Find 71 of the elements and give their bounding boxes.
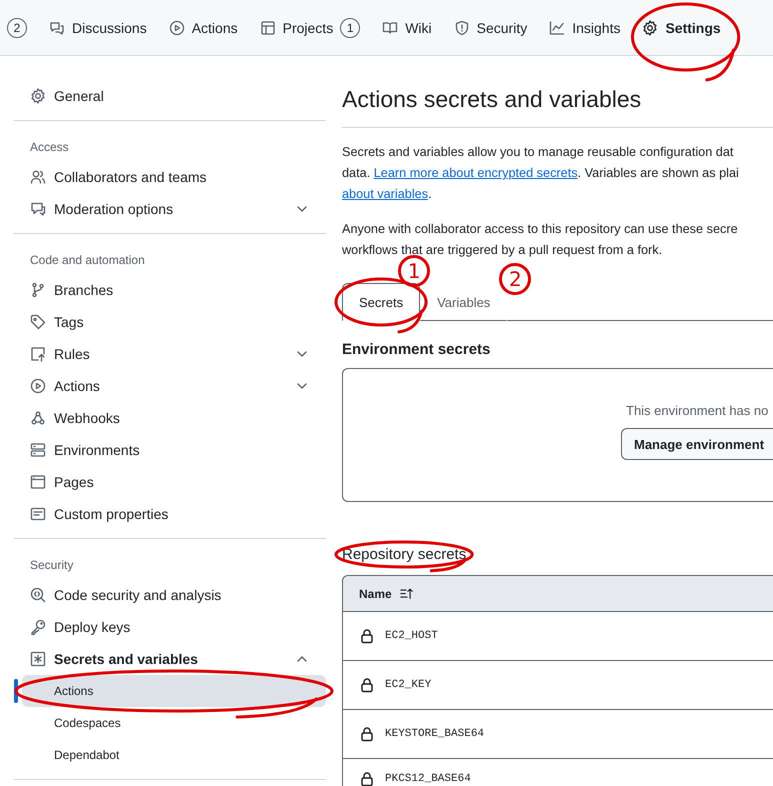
empty-message: This environment has no: [625, 403, 768, 418]
sidebar-item[interactable]: Webhooks: [14, 402, 326, 434]
count-badge[interactable]: 2: [7, 18, 27, 38]
sidebar-item[interactable]: Pages: [14, 466, 326, 498]
manage-environment-button[interactable]: Manage environment: [621, 428, 773, 460]
sidebar-item[interactable]: Collaborators and teams: [14, 161, 326, 193]
sidebar-item[interactable]: Tags: [14, 306, 326, 338]
sidebar-item[interactable]: Branches: [14, 274, 326, 306]
sidebar-item[interactable]: Secrets and variables: [14, 643, 326, 675]
link[interactable]: Learn more about encrypted secrets: [374, 166, 578, 180]
sidebar-item[interactable]: Moderation options: [14, 193, 326, 225]
sidebar-subitem[interactable]: Dependabot: [22, 739, 326, 771]
sidebar-item[interactable]: Rules: [14, 338, 326, 370]
sidebar-subitem[interactable]: Codespaces: [22, 707, 326, 739]
sidebar-item[interactable]: Actions: [14, 370, 326, 402]
branch-icon: [30, 282, 46, 298]
lock-icon: [359, 771, 375, 786]
key-icon: [30, 619, 46, 635]
column-header[interactable]: Name: [359, 586, 392, 600]
shield-icon: [454, 20, 470, 36]
nav-tab[interactable]: Security: [454, 20, 528, 36]
comment-icon: [30, 201, 46, 217]
sidebar-item[interactable]: Custom properties: [14, 498, 326, 530]
code-scan-icon: [30, 587, 46, 603]
graph-icon: [549, 20, 566, 36]
table-icon: [260, 20, 276, 36]
annotation-number: 2: [499, 263, 532, 295]
sidebar-item[interactable]: Deploy keys: [14, 611, 326, 643]
gear-icon: [30, 88, 46, 104]
nav-tab[interactable]: Actions: [168, 20, 238, 36]
play-icon: [30, 378, 46, 394]
secret-name: KEYSTORE_BASE64: [385, 728, 484, 740]
secret-name: PKCS12_BASE64: [385, 773, 471, 785]
tab[interactable]: Variables: [420, 283, 508, 321]
nav-tab[interactable]: Insights: [549, 20, 620, 36]
sidebar-item[interactable]: Environments: [14, 434, 326, 466]
nav-tab[interactable]: Discussions: [49, 20, 147, 36]
sidebar-item[interactable]: Code security and analysis: [14, 579, 326, 611]
server-icon: [30, 442, 46, 458]
asterisk-icon: [30, 651, 46, 667]
section-heading: Access: [29, 139, 70, 156]
settings-icon: [642, 20, 658, 36]
count-badge: 1: [340, 18, 360, 38]
section-heading: Code and automation: [29, 252, 146, 269]
section-heading: Security: [29, 557, 74, 574]
secret-name: EC2_HOST: [385, 630, 438, 642]
annotation-number: 1: [398, 255, 430, 287]
nav-tab[interactable]: Wiki: [382, 20, 432, 36]
tab[interactable]: Secrets: [342, 283, 420, 321]
link[interactable]: about variables: [342, 187, 428, 201]
nav-tab[interactable]: Projects 1: [260, 18, 360, 38]
discussion-icon: [49, 20, 65, 36]
secret-name: EC2_KEY: [385, 679, 432, 691]
section-title: Repository secrets: [342, 546, 466, 563]
sidebar-item[interactable]: General: [14, 80, 326, 112]
page-title: Actions secrets and variables: [342, 86, 773, 128]
lock-icon: [359, 628, 375, 644]
play-icon: [168, 20, 185, 36]
people-icon: [30, 169, 46, 185]
webhook-icon: [30, 410, 46, 426]
paragraph: Secrets and variables allow you to manage reusable configuration dat data. Learn more about encrypted secrets. Variables are shown as plai about variables.: [342, 144, 740, 203]
nav-tab[interactable]: Settings: [642, 20, 721, 36]
section-title: Environment secrets: [342, 341, 492, 358]
lock-icon: [359, 677, 375, 693]
book-icon: [382, 20, 398, 36]
browser-icon: [30, 474, 46, 490]
sidebar-subitem[interactable]: Actions: [22, 675, 326, 707]
list-icon: [30, 506, 46, 522]
tag-icon: [30, 314, 46, 330]
lock-icon: [359, 726, 375, 742]
rules-icon: [30, 346, 46, 362]
